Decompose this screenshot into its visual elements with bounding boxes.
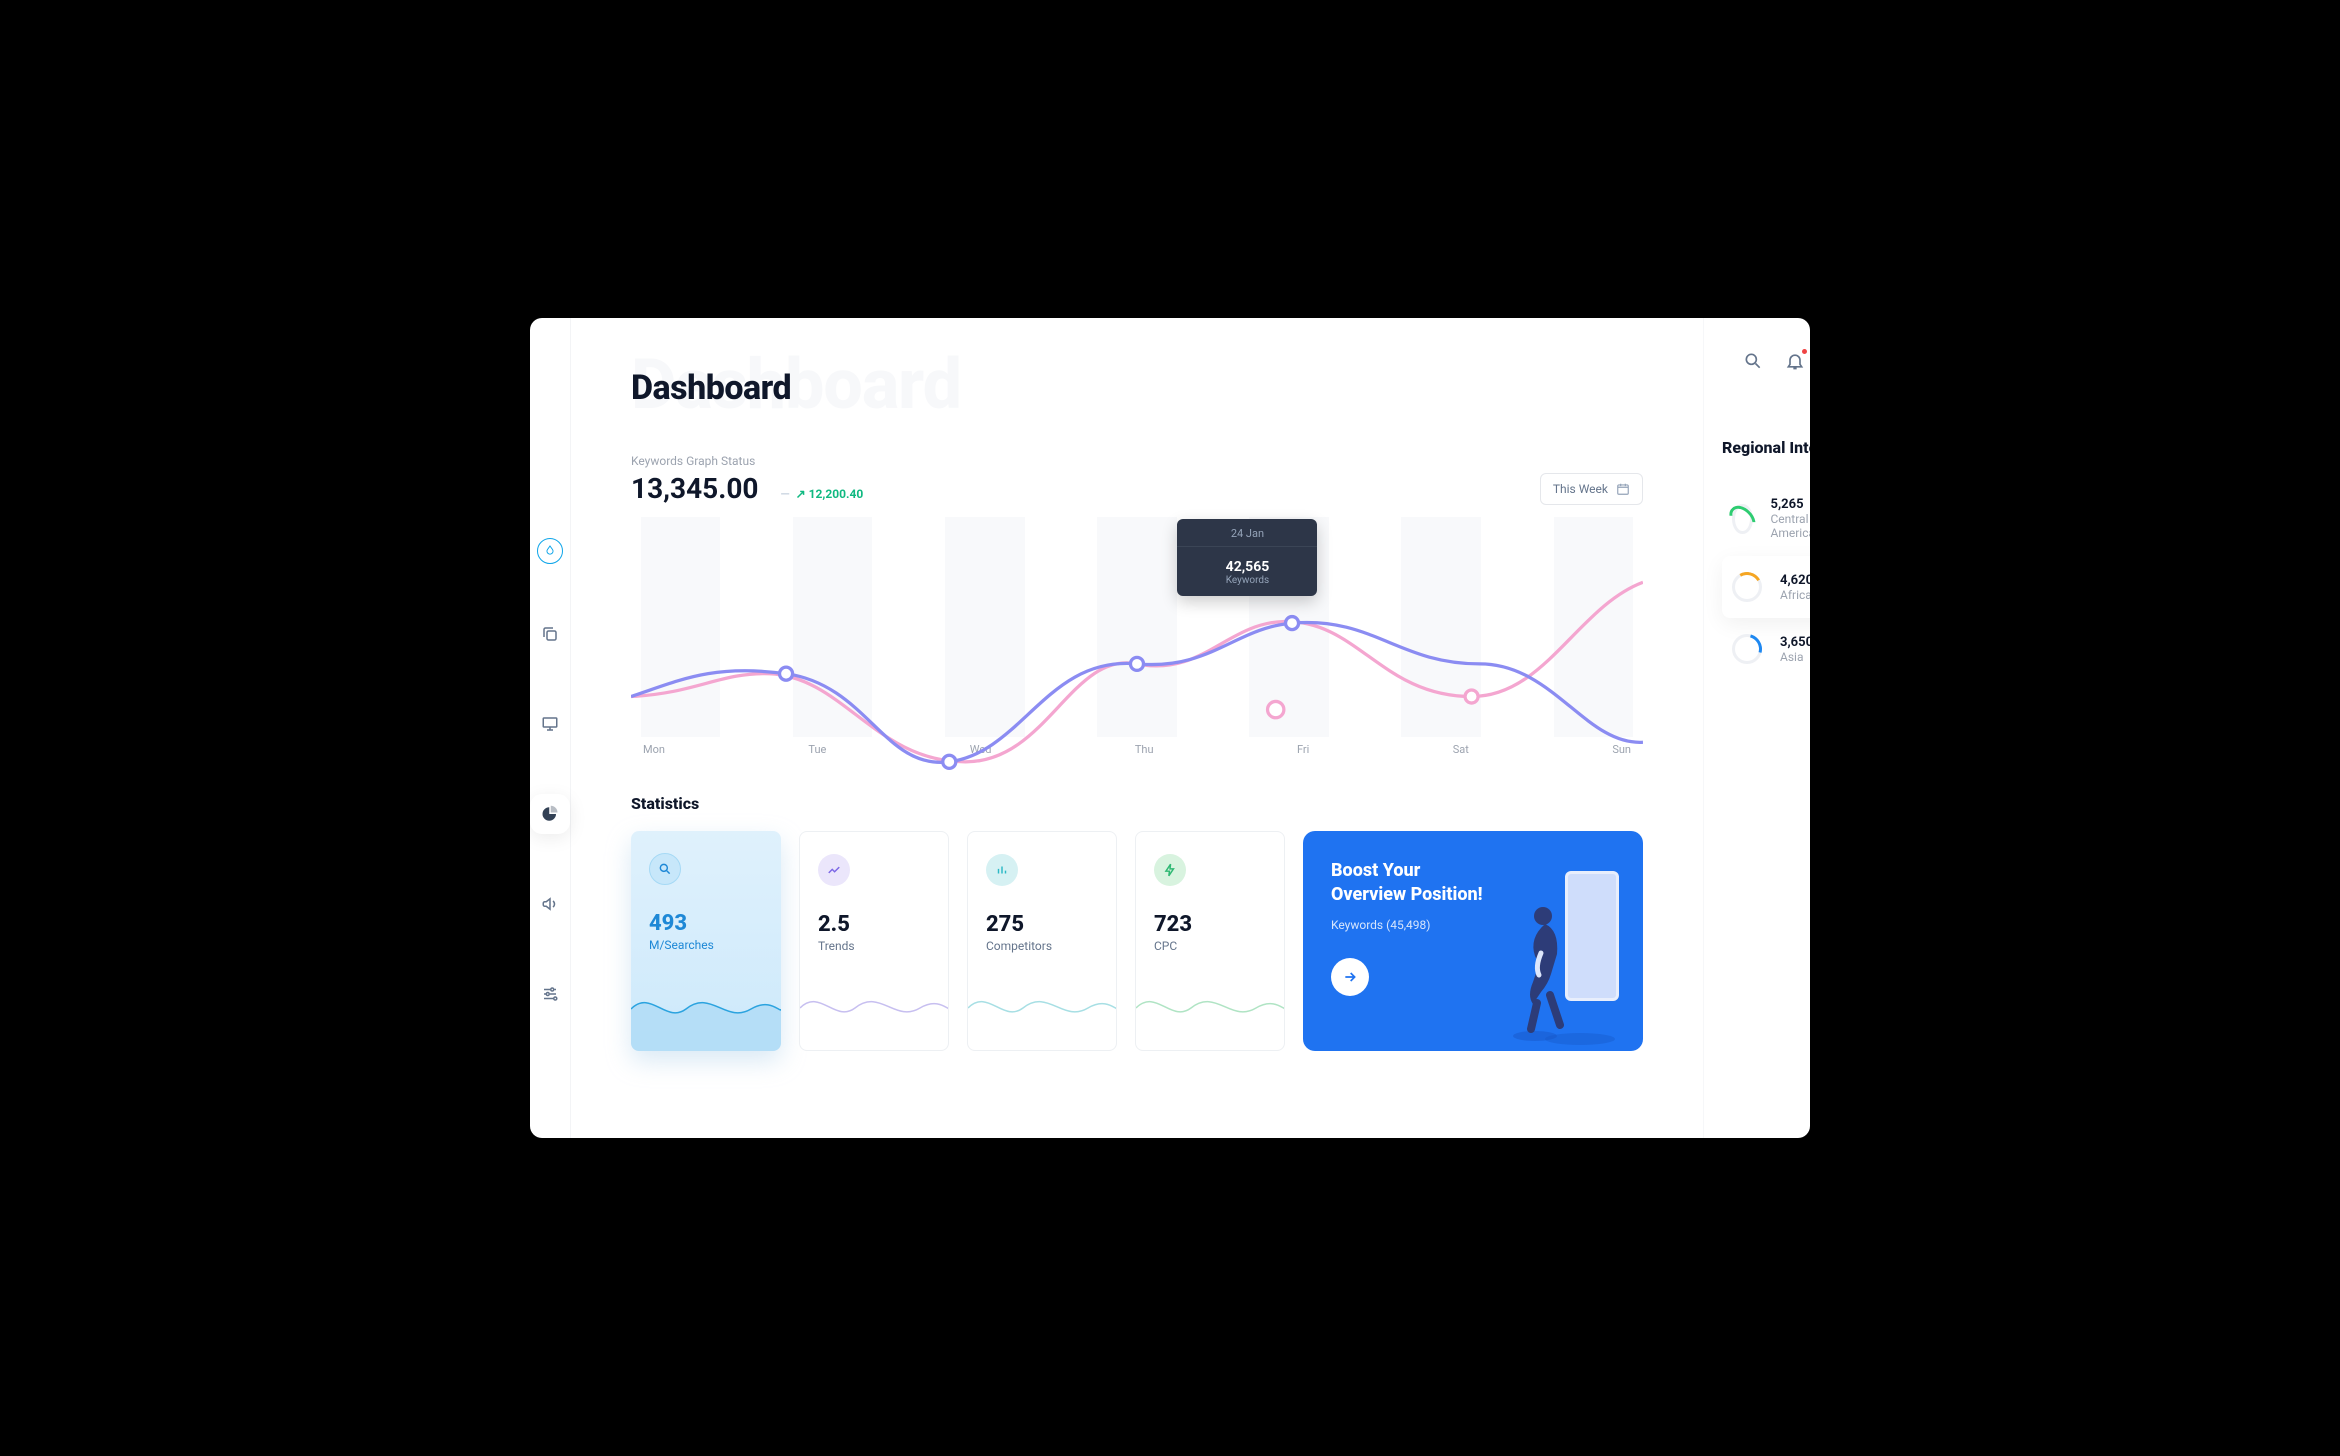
chart-tooltip: 24 Jan 42,565 Keywords	[1177, 519, 1317, 596]
period-selector[interactable]: This Week	[1540, 473, 1643, 505]
calendar-icon	[1616, 482, 1630, 496]
app-window: Dashboard Dashboard Keywords Graph Statu…	[530, 318, 1810, 1138]
search-icon	[649, 853, 681, 885]
sidebar	[530, 318, 571, 1138]
graph-total: 13,345.00	[631, 472, 758, 505]
region-item-central-america[interactable]: 5,265Central America	[1722, 481, 1810, 556]
bolt-icon	[1154, 854, 1186, 886]
region-item-asia[interactable]: 3,650Asia	[1722, 618, 1810, 680]
graph-delta: 12,200.40	[809, 487, 864, 501]
nav-icon-droplet[interactable]	[537, 538, 563, 564]
graph-subtitle: Keywords Graph Status	[631, 454, 863, 468]
keywords-chart: 24 Jan 42,565 Keywords	[631, 517, 1643, 737]
stat-card-cpc[interactable]: 723 CPC	[1135, 831, 1285, 1051]
graph-header: Keywords Graph Status 13,345.00 —↗ 12,20…	[631, 454, 1643, 505]
period-label: This Week	[1553, 482, 1608, 496]
trend-icon	[818, 854, 850, 886]
main-content: Dashboard Dashboard Keywords Graph Statu…	[571, 318, 1703, 1138]
nav-icon-megaphone[interactable]	[530, 884, 570, 924]
tooltip-label: Keywords	[1177, 575, 1317, 596]
stat-card-competitors[interactable]: 275 Competitors	[967, 831, 1117, 1051]
chart-lines	[631, 517, 1643, 843]
stat-card-trends[interactable]: 2.5 Trends	[799, 831, 949, 1051]
nav-icon-sliders[interactable]	[530, 974, 570, 1014]
tooltip-date: 24 Jan	[1177, 519, 1317, 540]
nav-icon-pie-chart[interactable]	[530, 794, 570, 834]
stat-card-searches[interactable]: 493 M/Searches	[631, 831, 781, 1051]
stats-row: 493 M/Searches 2.5 Trends 275 Competitor…	[631, 831, 1643, 1051]
region-item-africa[interactable]: 4,620Africa	[1722, 556, 1810, 618]
search-icon[interactable]	[1743, 351, 1763, 371]
boost-card[interactable]: Boost YourOverview Position! Keywords (4…	[1303, 831, 1643, 1051]
regional-heading: Regional Interest	[1722, 438, 1810, 457]
right-column: Regional Interest 5,265Central America 4…	[1703, 318, 1810, 1138]
top-icons	[1722, 344, 1810, 378]
page-title: Dashboard	[631, 368, 1643, 408]
bars-icon	[986, 854, 1018, 886]
boost-illustration	[1495, 861, 1625, 1051]
boost-arrow-button[interactable]	[1331, 958, 1369, 996]
tooltip-value: 42,565	[1177, 553, 1317, 575]
nav-icon-copy[interactable]	[530, 614, 570, 654]
bell-icon[interactable]	[1785, 351, 1805, 371]
nav-icon-monitor[interactable]	[530, 704, 570, 744]
